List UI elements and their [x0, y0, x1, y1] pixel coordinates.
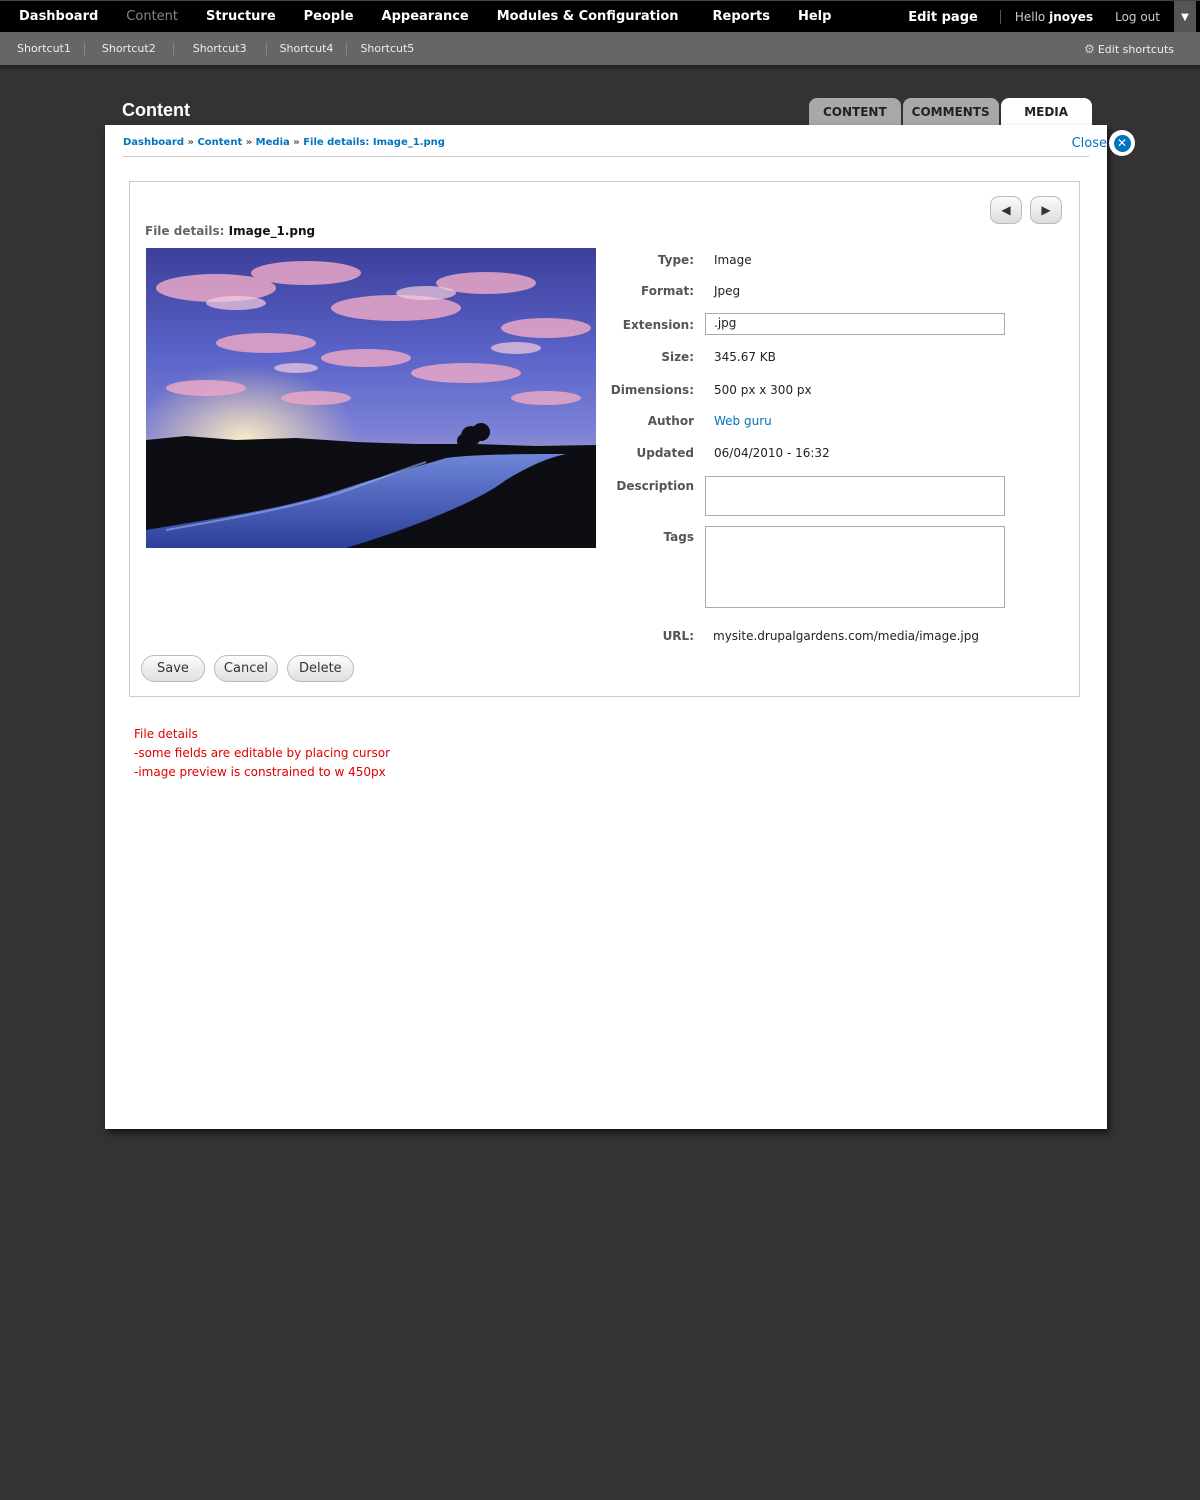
extension-label: Extension:	[622, 318, 694, 332]
file-pager: ◀ ▶	[982, 196, 1062, 224]
edit-shortcuts-link[interactable]: ⚙ Edit shortcuts	[1084, 32, 1174, 67]
tags-label: Tags	[663, 530, 694, 544]
url-value: mysite.drupalgardens.com/media/image.jpg	[713, 629, 979, 643]
greeting-prefix: Hello	[1014, 10, 1046, 24]
overlay-tabs: CONTENT COMMENTS MEDIA	[809, 98, 1094, 125]
next-file-button[interactable]: ▶	[1030, 196, 1062, 224]
logout-link[interactable]: Log out	[1115, 10, 1160, 24]
edit-page-link[interactable]: Edit page	[908, 10, 978, 25]
gear-icon: ⚙	[1084, 42, 1095, 56]
breadcrumb-separator: »	[245, 137, 253, 148]
updated-label: Updated	[636, 446, 695, 460]
shortcut-bar: Shortcut1 Shortcut2 Shortcut3 Shortcut4 …	[0, 32, 1200, 66]
extension-field[interactable]: .jpg	[705, 313, 1005, 335]
annotation-notes: File details -some fields are editable b…	[134, 725, 390, 782]
caret-down-icon: ▼	[1181, 11, 1189, 23]
note-line: -some fields are editable by placing cur…	[134, 746, 391, 760]
breadcrumb-divider	[123, 156, 1089, 157]
toolbar-divider	[999, 10, 1001, 24]
close-icon: ✕	[1113, 134, 1131, 152]
username: jnoyes	[1049, 10, 1094, 24]
updated-value: 06/04/2010 - 16:32	[714, 446, 830, 460]
type-value: Image	[714, 253, 752, 267]
breadcrumb-separator: »	[187, 137, 194, 148]
size-label: Size:	[661, 350, 694, 364]
overlay-panel: Dashboard » Content » Media » File detai…	[105, 125, 1135, 1129]
breadcrumb-media[interactable]: Media	[256, 137, 290, 148]
url-label: URL:	[662, 629, 694, 643]
user-greeting: Hello jnoyes	[1015, 10, 1093, 24]
edit-shortcuts-label: Edit shortcuts	[1097, 43, 1174, 56]
toolbar-user-area: Edit page Hello jnoyes Log out ▼	[908, 1, 1200, 33]
author-link[interactable]: Web guru	[714, 414, 772, 428]
breadcrumb-content[interactable]: Content	[197, 137, 242, 148]
breadcrumb: Dashboard » Content » Media » File detai…	[123, 137, 445, 148]
breadcrumb-file-details[interactable]: File details: Image_1.png	[303, 137, 445, 148]
arrow-left-icon: ◀	[1001, 203, 1011, 217]
image-preview	[146, 248, 596, 548]
arrow-right-icon: ▶	[1041, 203, 1051, 217]
tab-comments[interactable]: COMMENTS	[902, 98, 999, 125]
file-actions: Save Cancel Delete	[141, 655, 363, 682]
description-field[interactable]	[705, 476, 1005, 516]
nav-dashboard[interactable]: Dashboard	[0, 1, 112, 33]
size-value: 345.67 KB	[714, 350, 776, 364]
previous-file-button[interactable]: ◀	[990, 196, 1022, 224]
toolbar-toggle-button[interactable]: ▼	[1174, 1, 1196, 33]
tab-content[interactable]: CONTENT	[809, 98, 901, 125]
nav-structure[interactable]: Structure	[192, 1, 290, 33]
shortcut-item[interactable]: Shortcut5	[347, 43, 427, 55]
overlay-title: Content	[122, 100, 190, 120]
delete-button[interactable]: Delete	[286, 655, 354, 682]
nav-reports[interactable]: Reports	[693, 1, 784, 33]
type-label: Type:	[657, 253, 694, 267]
nav-modules-configuration[interactable]: Modules & Configuration	[483, 1, 693, 33]
format-value: Jpeg	[714, 284, 741, 298]
close-overlay-button[interactable]: Close ✕	[1071, 130, 1135, 156]
author-label: Author	[647, 414, 694, 428]
nav-people[interactable]: People	[290, 1, 368, 33]
close-label: Close	[1071, 135, 1107, 151]
toolbar-nav: Dashboard Content Structure People Appea…	[0, 1, 845, 33]
shortcut-list: Shortcut1 Shortcut2 Shortcut3 Shortcut4 …	[4, 32, 427, 66]
nav-content[interactable]: Content	[112, 1, 192, 33]
dimensions-value: 500 px x 300 px	[714, 383, 812, 397]
format-label: Format:	[640, 284, 694, 298]
file-details-heading: File details: Image_1.png	[145, 224, 315, 238]
file-details-box: ◀ ▶ File details: Image_1.png Type: Imag…	[129, 181, 1080, 697]
shortcut-item[interactable]: Shortcut4	[267, 43, 348, 55]
file-details-label: File details:	[145, 224, 225, 238]
cancel-button[interactable]: Cancel	[213, 655, 278, 682]
shortcut-item[interactable]: Shortcut3	[174, 43, 267, 55]
nav-help[interactable]: Help	[784, 1, 845, 33]
tab-media[interactable]: MEDIA	[1000, 98, 1092, 125]
shortcut-item[interactable]: Shortcut1	[4, 43, 85, 55]
admin-toolbar: Dashboard Content Structure People Appea…	[0, 0, 1200, 33]
breadcrumb-dashboard[interactable]: Dashboard	[123, 137, 184, 148]
nav-appearance[interactable]: Appearance	[368, 1, 483, 33]
note-line: File details	[134, 727, 198, 741]
shortcut-item[interactable]: Shortcut2	[85, 43, 174, 55]
description-label: Description	[616, 479, 694, 493]
breadcrumb-separator: »	[293, 137, 300, 148]
sunset-landscape-image	[146, 248, 596, 548]
close-icon-wrapper: ✕	[1109, 130, 1135, 156]
note-line: -image preview is constrained to w 450px	[134, 765, 386, 779]
save-button[interactable]: Save	[141, 655, 205, 682]
dimensions-label: Dimensions:	[610, 383, 694, 397]
tags-field[interactable]	[705, 526, 1005, 608]
file-name: Image_1.png	[228, 224, 316, 238]
